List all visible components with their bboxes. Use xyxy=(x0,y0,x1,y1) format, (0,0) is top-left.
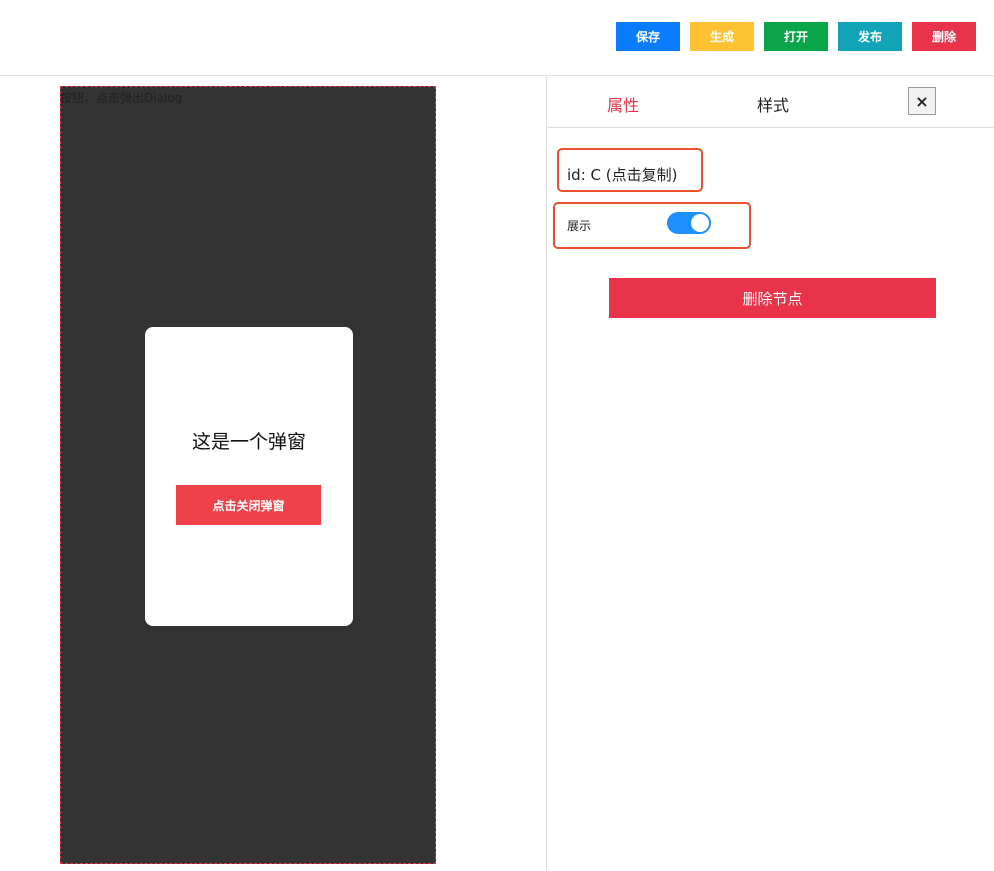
close-dialog-button[interactable]: 点击关闭弹窗 xyxy=(176,485,321,525)
publish-button[interactable]: 发布 xyxy=(838,22,902,51)
save-button[interactable]: 保存 xyxy=(616,22,680,51)
panel-tabs: 属性 样式 × xyxy=(547,76,994,128)
show-label: 展示 xyxy=(567,219,592,233)
top-toolbar: 保存 生成 打开 发布 删除 xyxy=(0,0,994,76)
open-button[interactable]: 打开 xyxy=(764,22,828,51)
delete-button[interactable]: 删除 xyxy=(912,22,976,51)
canvas-area: 按钮，点击弹出Dialog 这是一个弹窗 点击关闭弹窗 xyxy=(0,76,546,871)
show-toggle[interactable] xyxy=(667,212,711,234)
delete-node-button[interactable]: 删除节点 xyxy=(609,278,936,318)
dialog-title: 这是一个弹窗 xyxy=(191,431,306,453)
properties-panel: 属性 样式 × id: C (点击复制) 展示 删除节点 xyxy=(546,76,994,871)
tab-styles[interactable]: 样式 xyxy=(757,92,789,116)
tab-properties[interactable]: 属性 xyxy=(607,92,639,116)
close-icon[interactable]: × xyxy=(908,87,936,115)
component-label[interactable]: 按钮，点击弹出Dialog xyxy=(60,89,182,106)
toggle-knob xyxy=(691,214,709,232)
dialog-modal: 这是一个弹窗 点击关闭弹窗 xyxy=(145,327,353,626)
node-id-copy[interactable]: id: C (点击复制) xyxy=(567,164,677,185)
generate-button[interactable]: 生成 xyxy=(690,22,754,51)
